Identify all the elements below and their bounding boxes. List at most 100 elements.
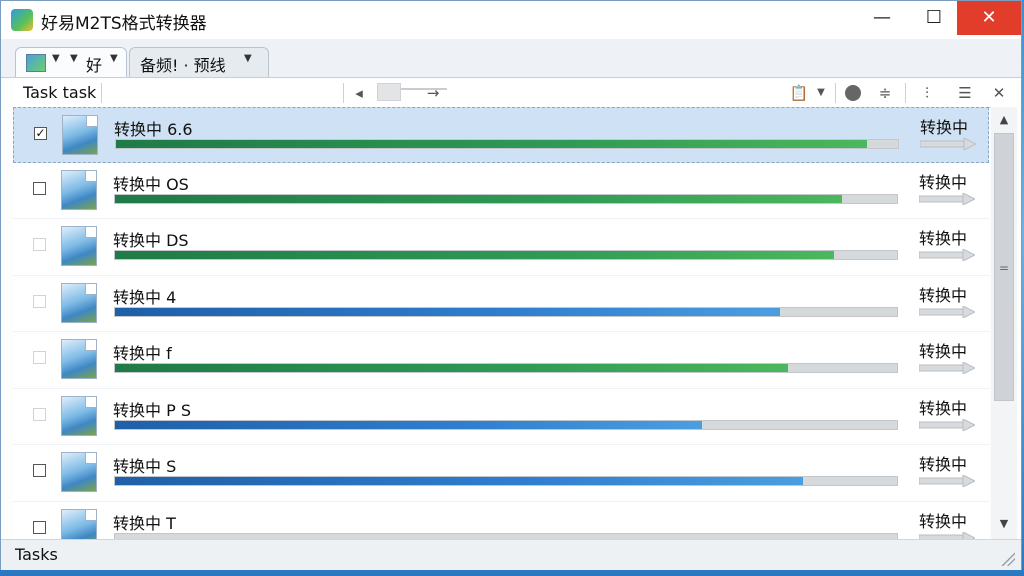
vertical-scrollbar[interactable]: ▲ = ▼ <box>991 107 1017 539</box>
align-icon[interactable]: ☰ <box>953 82 977 104</box>
toolbar-label: Task task <box>23 83 97 102</box>
toolbar-divider <box>905 83 906 103</box>
arrow-right-icon <box>920 138 976 150</box>
record-icon[interactable] <box>841 82 865 104</box>
task-name: 转换中 OS <box>113 174 189 194</box>
scroll-down-button[interactable]: ▼ <box>991 515 1017 533</box>
task-status: 转换中 <box>919 511 968 531</box>
task-status: 转换中 <box>919 342 968 361</box>
title-bar: 好易M2TS格式转换器 — ☐ ✕ <box>1 1 1021 39</box>
status-bar: Tasks <box>1 539 1021 570</box>
task-checkbox[interactable]: ✓ <box>34 127 47 140</box>
filter-icon[interactable]: ≑ <box>873 82 897 104</box>
progress-fill <box>115 194 843 203</box>
progress-bar <box>114 476 898 486</box>
video-thumbnail-icon <box>61 169 97 210</box>
task-checkbox[interactable] <box>33 464 46 477</box>
tab-main[interactable]: ▼ ▼ 好 ▼ <box>15 47 127 77</box>
task-row[interactable]: 转换中 T 转换中 <box>13 502 989 539</box>
toolbar-divider <box>835 83 836 103</box>
clipboard-icon[interactable]: 📋 <box>787 82 811 104</box>
chevron-down-icon[interactable]: ▼ <box>52 53 60 64</box>
task-name: 转换中 6.6 <box>114 120 193 139</box>
app-icon <box>11 9 33 31</box>
image-icon <box>26 54 46 72</box>
tab-label: 备频! · 预线 <box>140 56 226 75</box>
task-name: 转换中 4 <box>113 287 177 307</box>
zoom-slider-thumb[interactable] <box>377 83 401 101</box>
arrow-right-icon <box>919 192 975 205</box>
task-status: 转换中 <box>919 229 968 248</box>
task-checkbox[interactable] <box>33 520 46 534</box>
chevron-down-icon[interactable]: ▼ <box>809 82 833 104</box>
slider-left-icon[interactable]: ◂ <box>347 82 371 104</box>
chevron-down-icon[interactable]: ▼ <box>70 53 78 64</box>
video-thumbnail-icon <box>61 452 97 492</box>
toolbar-divider <box>343 83 344 103</box>
task-row[interactable]: 转换中 DS 转换中 <box>13 219 989 276</box>
progress-fill <box>115 251 835 259</box>
toolbar: Task task ◂ → 📋 ▼ ≑ ⫶ ☰ ✕ <box>13 79 1017 108</box>
toolbar-divider <box>101 83 102 103</box>
progress-fill <box>115 307 780 316</box>
task-row[interactable]: 转换中 f 转换中 <box>13 332 989 389</box>
progress-fill <box>115 420 702 429</box>
columns-icon[interactable]: ⫶ <box>915 82 939 104</box>
progress-fill <box>116 140 867 148</box>
progress-fill <box>115 364 788 372</box>
close-window-button[interactable]: ✕ <box>957 1 1021 35</box>
tab-label: 好 <box>86 56 103 75</box>
video-thumbnail-icon <box>61 226 97 266</box>
status-text: Tasks <box>15 545 58 564</box>
arrow-right-icon <box>919 305 975 318</box>
chevron-down-icon[interactable]: ▼ <box>244 53 252 64</box>
chevron-down-icon[interactable]: ▼ <box>110 53 118 64</box>
progress-bar <box>114 250 898 260</box>
progress-bar <box>114 419 898 430</box>
task-checkbox[interactable] <box>33 407 46 421</box>
progress-fill <box>115 477 804 485</box>
task-row[interactable]: 转换中 P S 转换中 <box>13 389 989 445</box>
arrow-right-icon <box>919 362 975 374</box>
minimize-button[interactable]: — <box>859 1 905 35</box>
task-checkbox[interactable] <box>33 294 46 308</box>
tab-strip: ▼ ▼ 好 ▼ 备频! · 预线 ▼ <box>1 39 1021 78</box>
task-name: 转换中 f <box>113 344 172 363</box>
task-row[interactable]: 转换中 OS 转换中 <box>13 163 989 219</box>
task-status: 转换中 <box>919 172 968 192</box>
progress-bar <box>114 363 898 373</box>
task-checkbox[interactable] <box>33 238 46 251</box>
tab-secondary[interactable]: 备频! · 预线 ▼ <box>129 47 269 77</box>
task-name: 转换中 T <box>113 513 176 533</box>
task-checkbox[interactable] <box>33 351 46 364</box>
task-name: 转换中 DS <box>113 231 189 250</box>
scroll-up-button[interactable]: ▲ <box>991 111 1017 129</box>
close-icon[interactable]: ✕ <box>987 82 1011 104</box>
resize-grip-icon[interactable] <box>1001 552 1015 566</box>
task-checkbox[interactable] <box>33 181 46 195</box>
maximize-button[interactable]: ☐ <box>911 1 957 35</box>
task-row[interactable]: 转换中 S 转换中 <box>13 445 989 502</box>
task-row[interactable]: 转换中 4 转换中 <box>13 276 989 332</box>
task-status: 转换中 <box>919 398 968 418</box>
video-thumbnail-icon <box>61 508 97 539</box>
video-thumbnail-icon <box>61 395 97 436</box>
task-name: 转换中 S <box>113 457 177 476</box>
arrow-right-icon: → <box>426 84 440 102</box>
arrow-right-icon <box>919 531 975 539</box>
task-list[interactable]: ✓ 转换中 6.6 转换中 转换中 OS 转换中 转换中 DS 转换中 转换中 4 转换中 转换中… <box>13 107 989 539</box>
progress-bar <box>114 306 898 317</box>
task-status: 转换中 <box>920 118 969 137</box>
progress-bar <box>114 193 898 204</box>
task-row[interactable]: ✓ 转换中 6.6 转换中 <box>13 107 989 163</box>
scroll-thumb[interactable]: = <box>994 133 1014 401</box>
arrow-right-icon <box>919 418 975 431</box>
video-thumbnail-icon <box>61 339 97 379</box>
window-title: 好易M2TS格式转换器 <box>41 14 207 34</box>
task-status: 转换中 <box>919 455 968 474</box>
main-window: 好易M2TS格式转换器 — ☐ ✕ ▼ ▼ 好 ▼ 备频! · 预线 ▼ Tas… <box>0 0 1022 570</box>
video-thumbnail-icon <box>61 282 97 323</box>
video-thumbnail-icon <box>62 115 98 155</box>
task-status: 转换中 <box>919 285 968 305</box>
task-name: 转换中 P S <box>113 400 191 420</box>
